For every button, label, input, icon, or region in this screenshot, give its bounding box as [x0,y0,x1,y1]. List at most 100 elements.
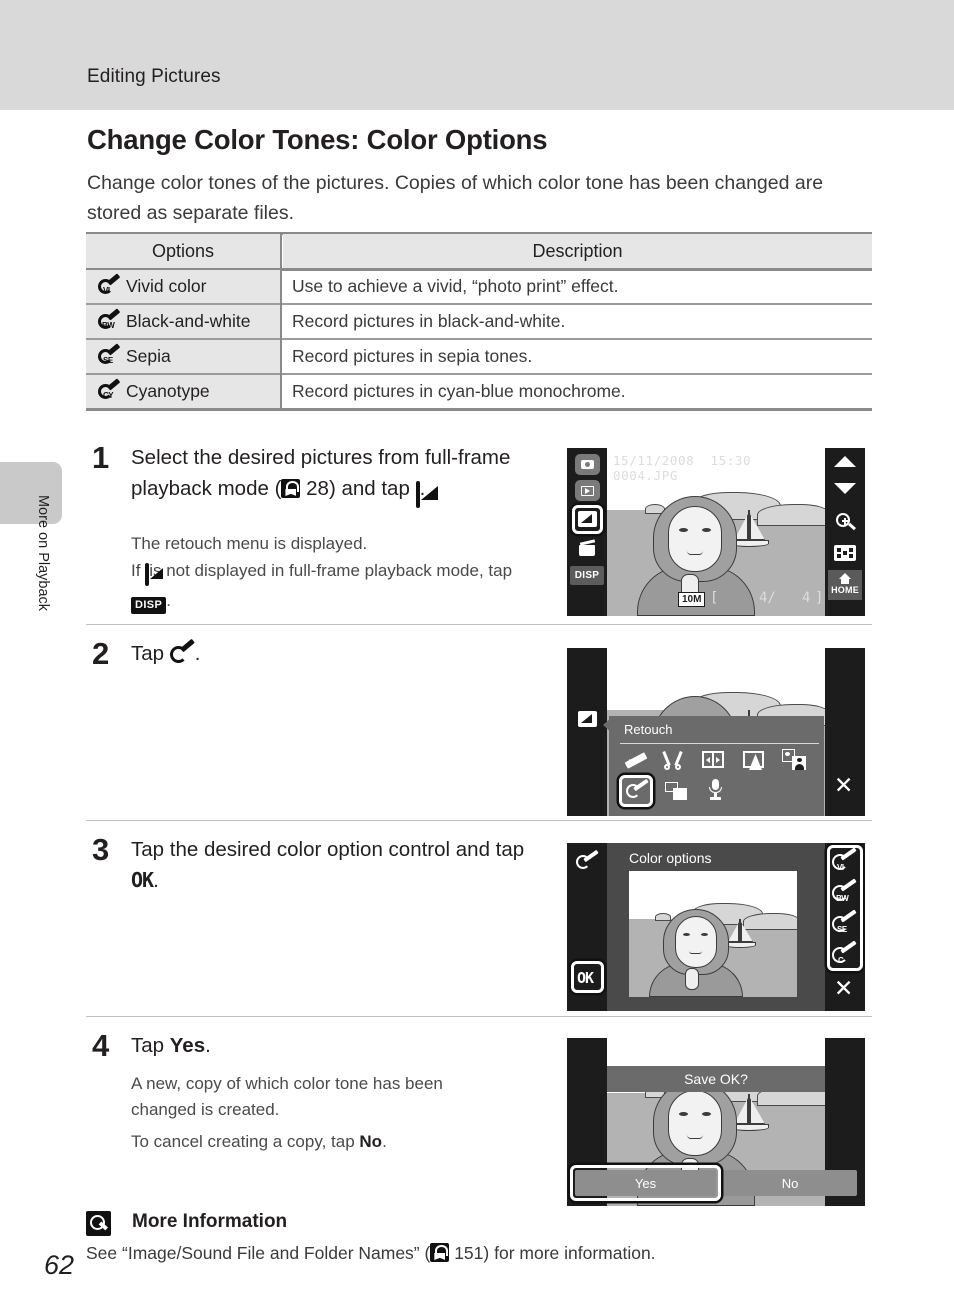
step-2-text: Tap . [131,638,200,669]
home-button[interactable]: HOME [828,570,862,600]
disp-icon: DISP [131,596,167,614]
table-header-description: Description [532,241,623,261]
osd-frame-total: 4 [802,590,811,606]
ok-button-icon: OK [131,868,154,892]
zoom-in-icon[interactable] [836,513,856,531]
step-4-number: 4 [92,1028,110,1063]
vivid-color-icon: VI [98,273,120,297]
step-2-number: 2 [92,636,110,671]
no-button[interactable]: No [723,1170,857,1196]
table-cell-option: Cyanotype [126,381,210,401]
page-number: 62 [44,1250,75,1280]
person-face [668,506,722,572]
chevron-up-icon[interactable] [834,456,856,467]
screen-retouch-menu: ✕ Retouch [567,648,865,816]
step-1-text-b: ) and tap [328,477,410,500]
more-information-icon [86,1211,111,1236]
person-face [675,916,717,968]
eye [679,1112,688,1116]
color-options-icon [576,849,599,871]
chevron-down-icon[interactable] [834,483,856,494]
close-icon[interactable]: ✕ [834,774,853,797]
camera-mode-icon[interactable] [575,454,600,475]
retouch-icon [415,481,420,508]
osd-datetime: 15/11/2008 15:30 [613,453,751,468]
more-information-text: See “Image/Sound File and Folder Names” … [86,1243,656,1264]
color-options-left-bar: OK [567,843,607,1011]
table-cell-description: Record pictures in sepia tones. [292,346,533,366]
menu-divider [620,743,819,745]
face-touchup-icon[interactable] [782,749,807,770]
voice-memo-icon[interactable] [707,779,723,800]
disp-button[interactable]: DISP [570,566,604,585]
color-options-right-bar: VI BW SE C ✕ [825,843,865,1011]
step-1-ref-page: 28 [306,477,329,500]
step-4-yes-label: Yes [169,1034,206,1057]
page-header-bar [0,0,954,110]
boat-mast [739,919,741,943]
more-information-text-a: See “Image/Sound File and Folder Names” … [86,1243,431,1263]
step-4-text-c: . [205,1034,211,1057]
contrast-icon[interactable] [743,751,764,770]
step-3-text: Tap the desired color option control and… [131,834,531,896]
black-and-white-icon[interactable]: BW [832,878,858,906]
person-hand [685,968,699,990]
sepia-icon[interactable]: SE [832,909,858,937]
yes-button[interactable]: Yes [575,1170,716,1196]
table-cell-description: Record pictures in black-and-white. [292,311,566,331]
playback-mode-icon[interactable] [575,480,600,501]
step-3-text-c: . [153,869,159,892]
more-information-title: More Information [132,1211,288,1232]
step-3-text-a: Tap the desired color option control and… [131,838,525,861]
table-header-description-cell: Description [283,234,872,268]
boat-mast [748,510,750,542]
eye [701,933,708,936]
step-4-text: Tap Yes. [131,1030,211,1061]
mouth [687,1135,703,1139]
osd-time: 15:30 [710,453,752,468]
black-and-white-icon: BW [98,308,120,332]
color-options-icon [169,638,195,665]
section-title: Editing Pictures [87,66,221,87]
chapter-thumb-label: More on Playback [35,494,51,612]
mountain [757,504,825,526]
retouch-icon[interactable] [578,711,597,727]
color-options-title: Color options [629,850,712,866]
retouch-right-toolbar: ✕ [825,648,865,816]
screen-save-dialog: Save OK? Yes No [567,1038,865,1206]
eye [702,1112,711,1116]
table-row: VI Vivid color [86,270,280,303]
table-cell-option: Vivid color [126,276,207,296]
retouch-button-highlight [572,505,603,534]
step-separator-1 [86,624,872,626]
ok-button[interactable]: OK [577,969,594,987]
step-2-text-a: Tap [131,642,165,665]
table-header-options: Options [151,241,215,261]
step-4-note-2: To cancel creating a copy, tap No. [131,1129,387,1155]
boat-mast [748,1094,750,1126]
d-lighting-icon[interactable] [702,751,724,768]
close-icon[interactable]: ✕ [834,977,853,1000]
table-header-options-cell: Options [86,234,280,268]
save-prompt: Save OK? [607,1066,825,1092]
delete-icon[interactable] [579,539,596,556]
eye [679,528,688,532]
color-options-icon[interactable] [626,778,649,800]
small-picture-icon[interactable] [665,782,687,800]
crop-icon[interactable] [662,750,683,770]
mouth [689,951,702,954]
retouch-icon [145,563,150,586]
step-separator-3 [86,1016,872,1018]
mountain [743,913,797,930]
cyanotype-icon[interactable]: C [832,940,858,968]
cyanotype-icon: CY [98,378,120,402]
thumbnail-grid-icon[interactable] [834,545,856,561]
quick-retouch-icon[interactable] [625,751,648,769]
osd-image-size: 10M [678,592,706,607]
eye [683,933,690,936]
rock [655,913,671,921]
vivid-color-icon[interactable]: VI [832,847,858,875]
eye [702,528,711,532]
retouch-menu-title: Retouch [624,722,673,737]
table-cell-option: Sepia [126,346,171,366]
